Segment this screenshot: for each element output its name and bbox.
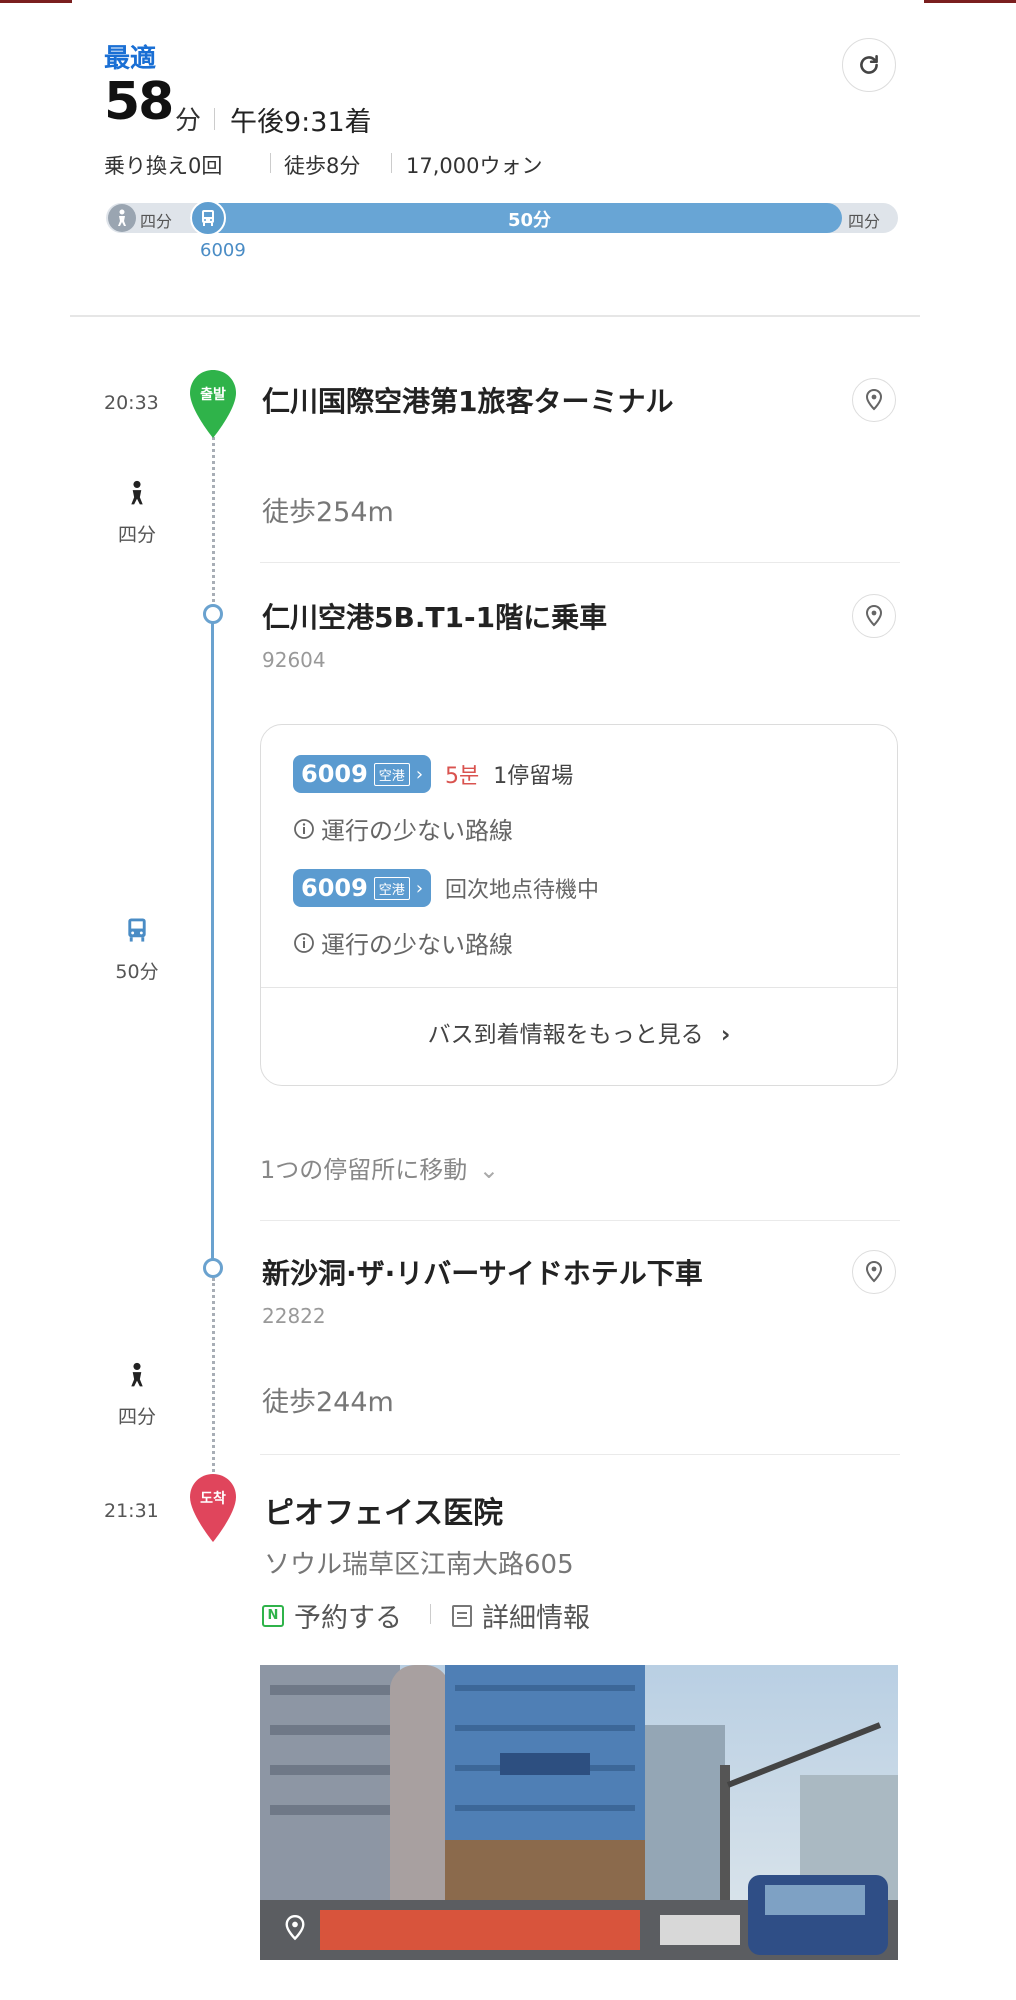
- reserve-label: 予約する: [294, 1603, 402, 1634]
- arrive-time: 21:31: [104, 1500, 159, 1522]
- location-pin-icon: [865, 1261, 883, 1283]
- chevron-right-icon: ›: [415, 763, 424, 785]
- bus-icon: [122, 915, 152, 945]
- arrival-note-row: 運行の少ない路線: [293, 811, 513, 846]
- walk-icon: [108, 204, 136, 232]
- bus-route-number: 6009: [301, 874, 368, 902]
- bus-route-chip[interactable]: 6009 空港 ›: [293, 869, 432, 907]
- chevron-right-icon: ›: [415, 877, 424, 899]
- bus-route-number: 6009: [301, 760, 368, 788]
- divider: [261, 987, 897, 988]
- divider: [260, 1220, 900, 1221]
- alight-stop-name: 新沙洞·ザ·リバーサイドホテル下車: [262, 1257, 703, 1290]
- document-icon: [452, 1604, 472, 1627]
- reserve-link[interactable]: N 予約する: [262, 1596, 402, 1635]
- board-stop-name: 仁川空港5B.T1-1階に乗車: [262, 601, 608, 634]
- bus-line: [211, 617, 214, 1269]
- location-pin-icon: [865, 605, 883, 627]
- board-location-button[interactable]: [852, 594, 896, 638]
- depart-station-name: 仁川国際空港第1旅客ターミナル: [262, 385, 674, 418]
- bus-route-number: 6009: [200, 240, 246, 261]
- intermediate-stops-label: 1つの停留所に移動: [260, 1156, 468, 1184]
- divider: [260, 562, 900, 563]
- window-edge-right: [924, 0, 1016, 3]
- chevron-right-icon: ›: [720, 1022, 731, 1048]
- bus-route-chip[interactable]: 6009 空港 ›: [293, 755, 432, 793]
- location-pin-icon: [865, 389, 883, 411]
- bus-duration: 50分: [115, 961, 159, 983]
- chevron-down-icon: ⌄: [478, 1156, 500, 1184]
- bus-type-tag: 空港: [373, 762, 410, 786]
- alight-location-button[interactable]: [852, 1250, 896, 1294]
- separator: [391, 153, 392, 173]
- bus-icon: [190, 200, 226, 236]
- alight-stop-dot: [203, 1258, 223, 1278]
- arrival-status: 回次地点待機中: [445, 878, 600, 903]
- bus-type-tag: 空港: [373, 876, 410, 900]
- details-label: 詳細情報: [482, 1603, 590, 1634]
- walk-end-duration: 四分: [848, 212, 881, 231]
- street-photo-image: [260, 1665, 898, 1960]
- route-note: 運行の少ない路線: [321, 817, 513, 845]
- total-time-unit: 分: [175, 106, 202, 136]
- refresh-button[interactable]: [842, 38, 896, 92]
- bus-duration: 50分: [508, 210, 552, 231]
- walk-icon: [122, 1360, 152, 1390]
- bus-arrival-card: 6009 空港 › 5분 1停留場 運行の少ない路線 6009 空港 › 回次地…: [260, 724, 898, 1086]
- walk-start-duration: 四分: [140, 212, 173, 231]
- fare: 17,000ウォン: [406, 154, 543, 178]
- separator: [270, 153, 271, 173]
- naver-icon: N: [262, 1604, 284, 1627]
- destination-street-photo[interactable]: [260, 1665, 898, 1960]
- walk-line: [212, 1278, 215, 1478]
- walk-icon: [122, 478, 152, 508]
- board-stop-id: 92604: [262, 648, 326, 672]
- window-edge-left: [0, 0, 72, 3]
- route-note: 運行の少ない路線: [321, 931, 513, 959]
- board-stop-dot: [203, 604, 223, 624]
- arrive-pin-label: 도착: [200, 1491, 226, 1507]
- eta: 5분: [445, 764, 480, 789]
- separator: [430, 1604, 431, 1624]
- walk-line: [212, 430, 215, 610]
- refresh-icon: [860, 55, 878, 74]
- info-icon: [294, 932, 314, 953]
- walk-distance: 徒歩254m: [262, 497, 394, 528]
- divider: [260, 1454, 900, 1455]
- info-icon: [294, 818, 314, 839]
- destination-name: ピオフェイス医院: [264, 1496, 504, 1531]
- transfer-count: 乗り換え0回: [104, 154, 223, 178]
- destination-address: ソウル瑞草区江南大路605: [264, 1550, 574, 1580]
- total-time: 58: [104, 72, 174, 132]
- stops-away: 1停留場: [493, 764, 574, 789]
- more-arrivals-link[interactable]: バス到着情報をもっと見る ›: [261, 1015, 897, 1049]
- arrival-note-row: 運行の少ない路線: [293, 925, 513, 960]
- walk-duration: 四分: [117, 524, 156, 546]
- route-type-badge: 最適: [104, 44, 157, 74]
- arrival-row: 6009 空港 › 回次地点待機中: [293, 869, 599, 907]
- arrival-row: 6009 空港 › 5분 1停留場: [293, 755, 573, 793]
- divider: [70, 315, 920, 317]
- depart-location-button[interactable]: [852, 378, 896, 422]
- more-arrivals-label: バス到着情報をもっと見る: [427, 1022, 704, 1048]
- location-pin-icon: [284, 1914, 306, 1945]
- walk-distance: 徒歩244m: [262, 1387, 394, 1418]
- separator: [214, 108, 215, 130]
- walk-duration: 四分: [117, 1406, 156, 1428]
- depart-pin-label: 출발: [200, 387, 226, 403]
- arrival-time: 午後9:31着: [230, 107, 372, 138]
- alight-stop-id: 22822: [262, 1304, 326, 1328]
- intermediate-stops-toggle[interactable]: 1つの停留所に移動 ⌄: [260, 1150, 499, 1185]
- depart-time: 20:33: [104, 392, 159, 414]
- details-link[interactable]: 詳細情報: [452, 1596, 590, 1635]
- walk-time: 徒歩8分: [284, 154, 361, 178]
